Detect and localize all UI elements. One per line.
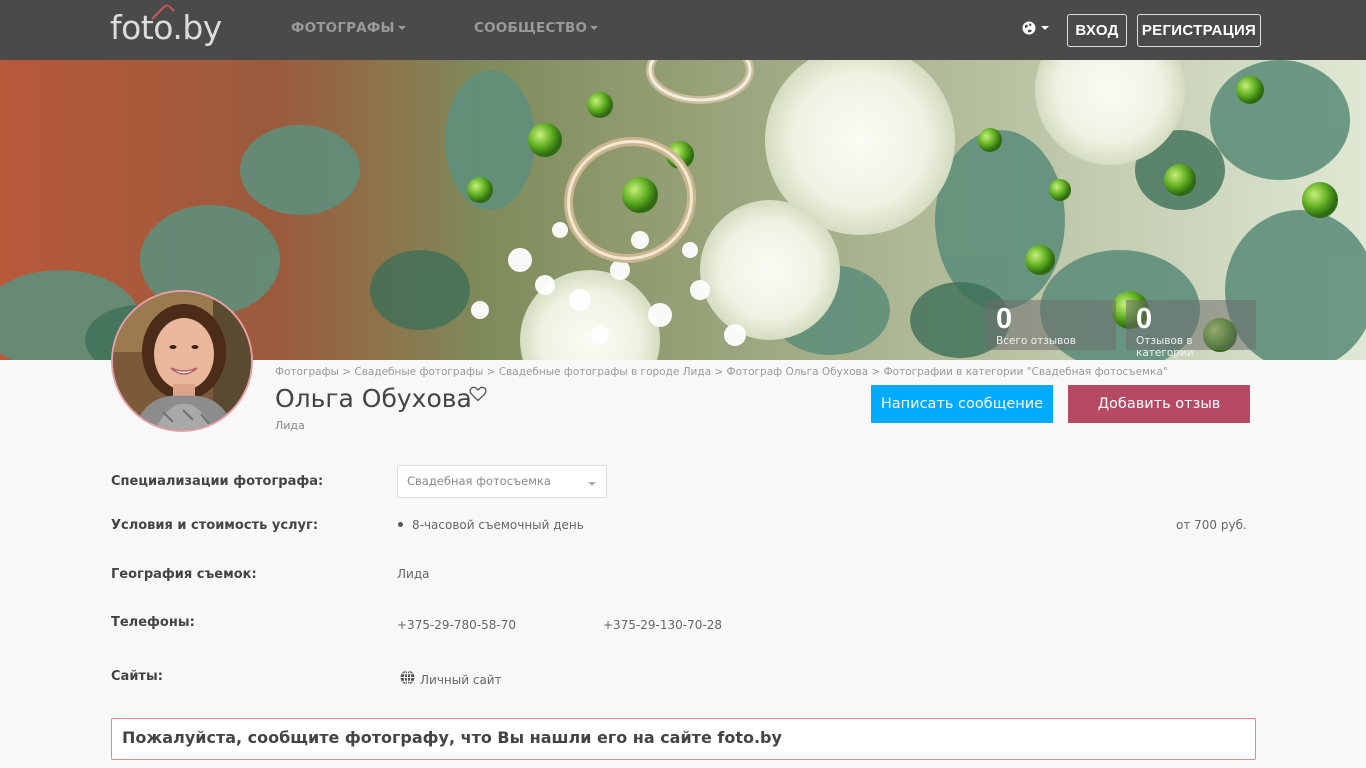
avatar[interactable]: [111, 290, 253, 432]
stat-category-reviews-label: Отзывов в категории: [1136, 335, 1194, 359]
chevron-down-icon: [590, 26, 599, 30]
chevron-down-icon: [397, 26, 406, 30]
stat-total-reviews-count: 0: [996, 303, 1013, 335]
photographer-city: Лида: [275, 419, 305, 432]
chevron-down-icon: [1041, 26, 1049, 30]
language-selector[interactable]: [1022, 21, 1049, 35]
stat-total-reviews-label: Всего отзывов: [996, 335, 1076, 347]
nav-community-label: СООБЩЕСТВО: [474, 20, 588, 36]
list-bullet: [398, 522, 403, 527]
phones-label: Телефоны:: [111, 615, 195, 630]
photographer-name: Ольга Обухова: [275, 384, 472, 413]
specialization-label: Специализации фотографа:: [111, 474, 324, 489]
site-logo[interactable]: foto.by: [110, 4, 222, 50]
favorite-heart-icon[interactable]: [469, 386, 487, 402]
phone-1[interactable]: +375-29-780-58-70: [397, 618, 516, 632]
personal-site-link[interactable]: Личный сайт: [420, 673, 502, 687]
specialization-select[interactable]: Свадебная фотосъемка: [397, 465, 607, 498]
nav-photographers-label: ФОТОГРАФЫ: [291, 20, 395, 36]
terms-label: Условия и стоимость услуг:: [111, 518, 319, 533]
avatar-photo: [113, 292, 251, 430]
geography-value: Лида: [397, 567, 430, 581]
add-review-button[interactable]: Добавить отзыв: [1068, 385, 1250, 423]
top-navbar: foto.by ФОТОГРАФЫ СООБЩЕСТВО ВХОД РЕГИСТ…: [0, 0, 1366, 60]
breadcrumb[interactable]: Фотографы > Свадебные фотографы > Свадеб…: [275, 366, 1168, 378]
write-message-button[interactable]: Написать сообщение: [871, 385, 1053, 423]
notice-banner: Пожалуйста, сообщите фотографу, что Вы н…: [111, 718, 1256, 760]
chevron-down-icon: [588, 482, 596, 486]
stat-category-reviews-count: 0: [1136, 303, 1153, 335]
specialization-selected: Свадебная фотосъемка: [407, 474, 551, 488]
nav-community[interactable]: СООБЩЕСТВО: [474, 20, 599, 36]
geography-label: География съемок:: [111, 567, 257, 582]
globe-icon: [400, 670, 415, 685]
globe-icon: [1022, 21, 1036, 35]
terms-item: 8-часовой съемочный день: [412, 518, 584, 532]
login-button[interactable]: ВХОД: [1067, 14, 1127, 47]
stat-total-reviews: 0 Всего отзывов: [986, 300, 1116, 350]
logo-roof-icon: [151, 4, 175, 20]
terms-price: от 700 руб.: [1176, 518, 1247, 532]
register-button[interactable]: РЕГИСТРАЦИЯ: [1137, 14, 1261, 47]
sites-label: Сайты:: [111, 669, 163, 684]
phone-2[interactable]: +375-29-130-70-28: [603, 618, 722, 632]
stat-category-reviews: 0 Отзывов в категории: [1126, 300, 1256, 359]
nav-photographers[interactable]: ФОТОГРАФЫ: [291, 20, 406, 36]
